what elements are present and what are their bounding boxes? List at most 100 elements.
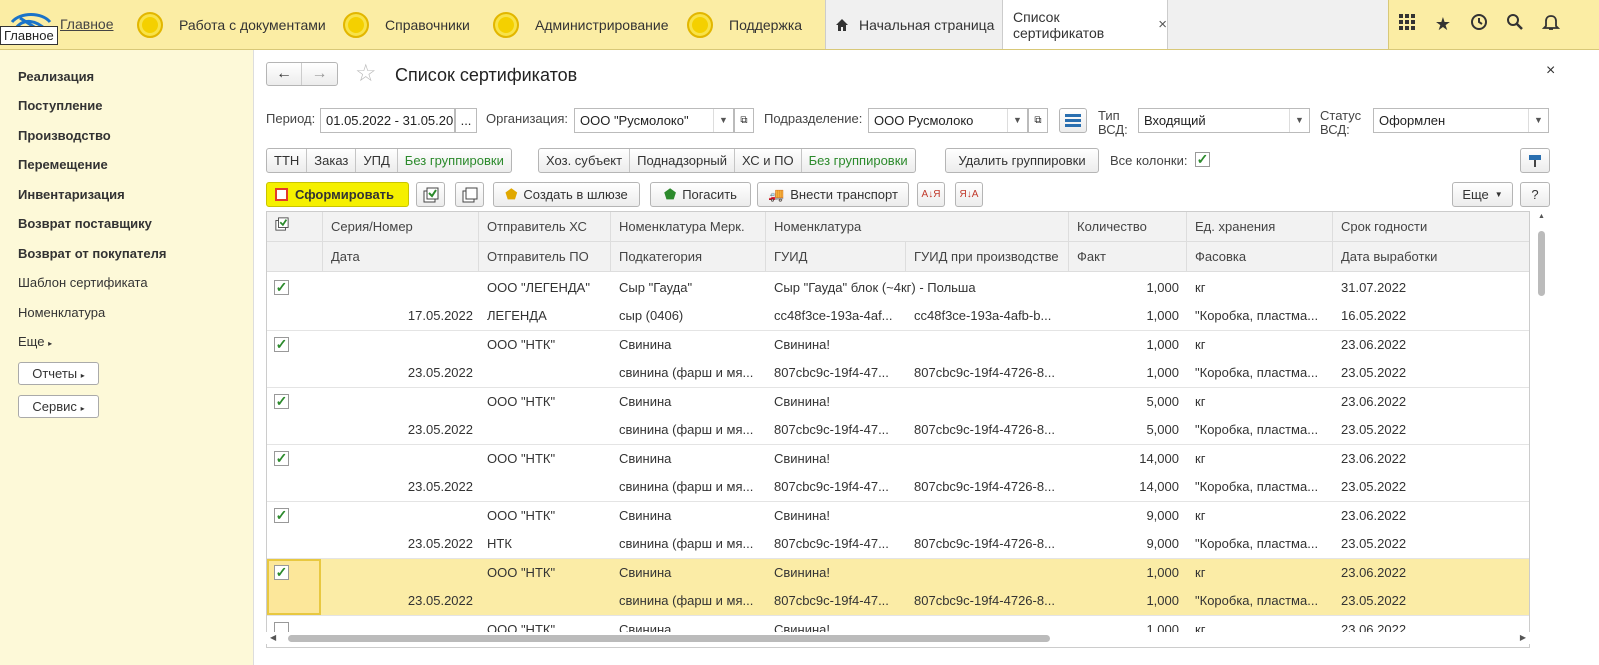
- search-icon[interactable]: [1497, 13, 1533, 36]
- period-input[interactable]: 01.05.2022 - 31.05.20: [320, 108, 455, 133]
- sort-asc-button[interactable]: А↓Я: [917, 182, 945, 207]
- header-nomenclature[interactable]: Номенклатура: [766, 212, 1069, 242]
- list-settings-button[interactable]: [1059, 108, 1087, 133]
- close-tab-icon[interactable]: ×: [1158, 16, 1167, 33]
- dropdown-arrow-icon[interactable]: ▼: [713, 109, 733, 132]
- generate-button[interactable]: Сформировать: [266, 182, 409, 207]
- tab-home[interactable]: Начальная страница: [826, 0, 1003, 49]
- dropdown-arrow-icon[interactable]: ▼: [1007, 109, 1027, 132]
- group-order[interactable]: Заказ: [307, 149, 357, 172]
- sidebar-item-return-customer[interactable]: Возврат от покупателя: [18, 246, 166, 261]
- panel-settings-button[interactable]: [1520, 148, 1550, 173]
- header-quantity[interactable]: Количество: [1069, 212, 1187, 242]
- sidebar-item-certificate-template[interactable]: Шаблон сертификата: [18, 275, 148, 290]
- header-subcategory[interactable]: Подкатегория: [611, 242, 766, 272]
- section-support[interactable]: Поддержка: [687, 0, 802, 49]
- scroll-left-icon[interactable]: ◀: [270, 633, 276, 642]
- group-hs-po[interactable]: ХС и ПО: [735, 149, 802, 172]
- vsd-type-select[interactable]: Входящий ▼: [1138, 108, 1310, 133]
- header-series-number[interactable]: Серия/Номер: [323, 212, 479, 242]
- apps-grid-icon[interactable]: [1389, 13, 1425, 36]
- open-link-icon[interactable]: ⧉: [734, 108, 754, 133]
- dept-select[interactable]: ООО Русмолоко ▼: [868, 108, 1028, 133]
- header-check-icon[interactable]: [267, 212, 323, 242]
- horizontal-scrollbar[interactable]: ◀ ▶: [266, 632, 1530, 644]
- header-date[interactable]: Дата: [323, 242, 479, 272]
- all-columns-checkbox[interactable]: ✓: [1195, 152, 1210, 167]
- table-row[interactable]: ✓ ООО "НТК" Свинина Свинина! 1,000 кг 23.06.20…: [267, 331, 1529, 388]
- row-checkbox[interactable]: ✓: [274, 508, 289, 523]
- group-business-entity[interactable]: Хоз. субъект: [539, 149, 631, 172]
- scroll-up-icon[interactable]: ▲: [1538, 213, 1545, 220]
- section-administration[interactable]: Администрирование: [493, 0, 669, 49]
- group-upd[interactable]: УПД: [356, 149, 398, 172]
- check-all-button[interactable]: [416, 182, 445, 207]
- header-sender-hs[interactable]: Отправитель ХС: [479, 212, 611, 242]
- sidebar-item-production[interactable]: Производство: [18, 128, 111, 143]
- close-form-icon[interactable]: ×: [1546, 62, 1555, 80]
- group-supervised[interactable]: Поднадзорный: [630, 149, 736, 172]
- row-checkbox[interactable]: ✓: [274, 280, 289, 295]
- dropdown-arrow-icon[interactable]: ▼: [1289, 109, 1309, 132]
- horizontal-scroll-thumb[interactable]: [288, 635, 1050, 642]
- header-guid[interactable]: ГУИД: [766, 242, 906, 272]
- section-references[interactable]: Справочники: [343, 0, 470, 49]
- table-row[interactable]: ✓ ООО "НТК" Свинина Свинина! 14,000 кг 23.06.2…: [267, 445, 1529, 502]
- group-none[interactable]: Без группировки: [398, 149, 511, 172]
- header-production-date[interactable]: Дата выработки: [1333, 242, 1529, 272]
- header-sender-po[interactable]: Отправитель ПО: [479, 242, 611, 272]
- section-documents[interactable]: Работа с документами: [137, 0, 326, 49]
- sidebar-item-return-supplier[interactable]: Возврат поставщику: [18, 216, 152, 231]
- vsd-status-select[interactable]: Оформлен ▼: [1373, 108, 1549, 133]
- header-nom-merc[interactable]: Номенклатура Мерк.: [611, 212, 766, 242]
- group-ttn[interactable]: ТТН: [267, 149, 308, 172]
- sidebar-more[interactable]: Еще ▸: [18, 334, 52, 349]
- header-packing[interactable]: Фасовка: [1187, 242, 1333, 272]
- service-button[interactable]: Сервис ▸: [18, 395, 99, 418]
- uncheck-all-button[interactable]: [455, 182, 484, 207]
- header-fact[interactable]: Факт: [1069, 242, 1187, 272]
- table-row[interactable]: ✓ ООО "ЛЕГЕНДА" Сыр "Гауда" Сыр "Гауда" бло…: [267, 274, 1529, 331]
- group-none[interactable]: Без группировки: [802, 149, 915, 172]
- reports-button[interactable]: Отчеты ▸: [18, 362, 99, 385]
- star-icon[interactable]: ★: [1425, 14, 1461, 35]
- vertical-scroll-thumb[interactable]: [1538, 231, 1545, 296]
- dept-label: Подразделение:: [764, 111, 863, 126]
- vertical-scrollbar[interactable]: ▲: [1537, 213, 1547, 647]
- redeem-button[interactable]: ⬟ Погасить: [650, 182, 751, 207]
- sidebar-item-receipt[interactable]: Поступление: [18, 98, 103, 113]
- dropdown-arrow-icon[interactable]: ▼: [1528, 109, 1548, 132]
- sidebar-item-inventory[interactable]: Инвентаризация: [18, 187, 125, 202]
- sidebar-item-sales[interactable]: Реализация: [18, 69, 94, 84]
- sidebar-item-transfer[interactable]: Перемещение: [18, 157, 108, 172]
- forward-arrow-icon[interactable]: →: [302, 63, 337, 85]
- create-in-gateway-button[interactable]: ⬟ Создать в шлюзе: [493, 182, 640, 207]
- help-button[interactable]: ?: [1520, 182, 1550, 207]
- open-link-icon[interactable]: ⧉: [1028, 108, 1048, 133]
- row-checkbox[interactable]: ✓: [274, 565, 289, 580]
- sort-desc-button[interactable]: Я↓А: [955, 182, 983, 207]
- header-expiry[interactable]: Срок годности: [1333, 212, 1529, 242]
- table-row[interactable]: ✓ ООО "НТК" Свинина Свинина! 1,000 кг 23.06.20…: [267, 559, 1529, 616]
- tab-certificates[interactable]: Список сертификатов ×: [1003, 0, 1168, 49]
- scroll-right-icon[interactable]: ▶: [1520, 633, 1526, 642]
- period-select-button[interactable]: ...: [455, 108, 477, 133]
- table-row[interactable]: ✓ ООО "НТК" Свинина Свинина! 5,000 кг 23.06.20…: [267, 388, 1529, 445]
- favorite-star-icon[interactable]: ☆: [355, 59, 377, 88]
- bell-icon[interactable]: [1533, 13, 1569, 36]
- sidebar-item-nomenclature[interactable]: Номенклатура: [18, 305, 105, 320]
- uncheck-all-icon: [462, 187, 477, 202]
- header-guid-prod[interactable]: ГУИД при производстве: [906, 242, 1069, 272]
- back-arrow-icon[interactable]: ←: [267, 63, 303, 85]
- history-icon[interactable]: [1461, 13, 1497, 36]
- home-link[interactable]: Главное: [60, 16, 114, 32]
- table-row[interactable]: ✓ ООО "НТК" Свинина Свинина! 9,000 кг 23.06.20…: [267, 502, 1529, 559]
- header-storage-unit[interactable]: Ед. хранения: [1187, 212, 1333, 242]
- more-button[interactable]: Еще ▼: [1452, 182, 1513, 207]
- org-select[interactable]: ООО "Русмолоко" ▼: [574, 108, 734, 133]
- row-checkbox[interactable]: ✓: [274, 451, 289, 466]
- row-checkbox[interactable]: ✓: [274, 337, 289, 352]
- enter-transport-button[interactable]: 🚚 Внести транспорт: [757, 182, 909, 207]
- remove-grouping-button[interactable]: Удалить группировки: [945, 148, 1099, 173]
- row-checkbox[interactable]: ✓: [274, 394, 289, 409]
